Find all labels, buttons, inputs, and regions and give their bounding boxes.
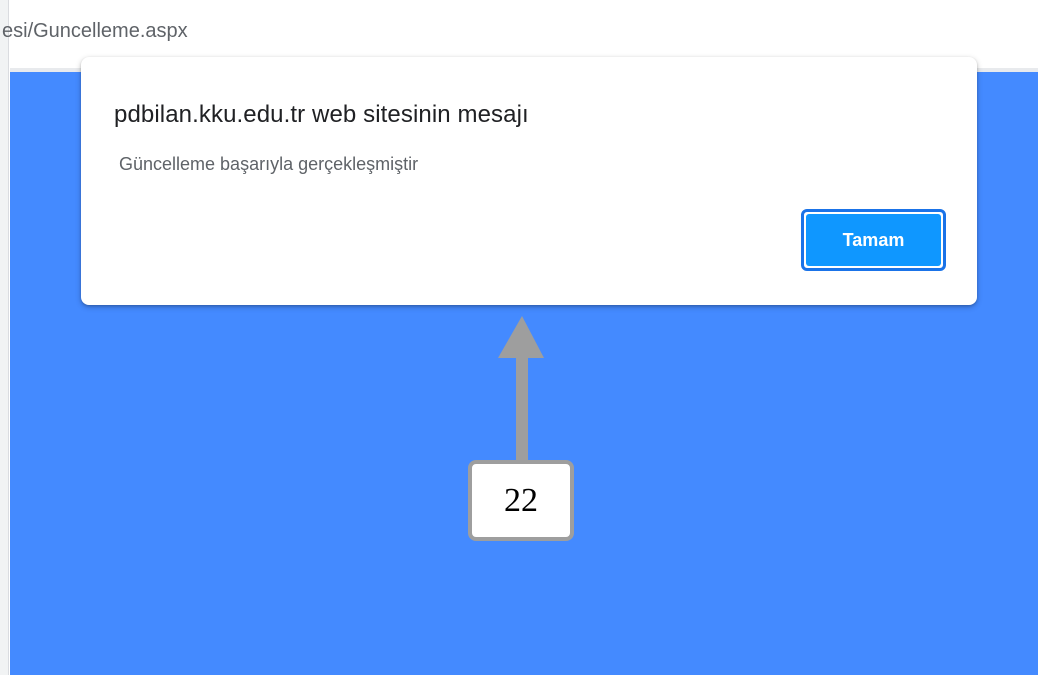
arrow-up-icon <box>498 316 544 466</box>
annotation-number-badge: 22 <box>468 460 574 541</box>
ok-button[interactable]: Tamam <box>801 209 946 271</box>
dialog-title: pdbilan.kku.edu.tr web sitesinin mesajı <box>114 101 529 128</box>
dialog-message: Güncelleme başarıyla gerçekleşmiştir <box>119 154 419 174</box>
ok-button-label[interactable]: Tamam <box>806 214 941 266</box>
address-bar-url[interactable]: esi/Guncelleme.aspx <box>2 20 188 43</box>
browser-left-edge <box>0 0 9 675</box>
alert-dialog: pdbilan.kku.edu.tr web sitesinin mesajı … <box>81 57 977 305</box>
